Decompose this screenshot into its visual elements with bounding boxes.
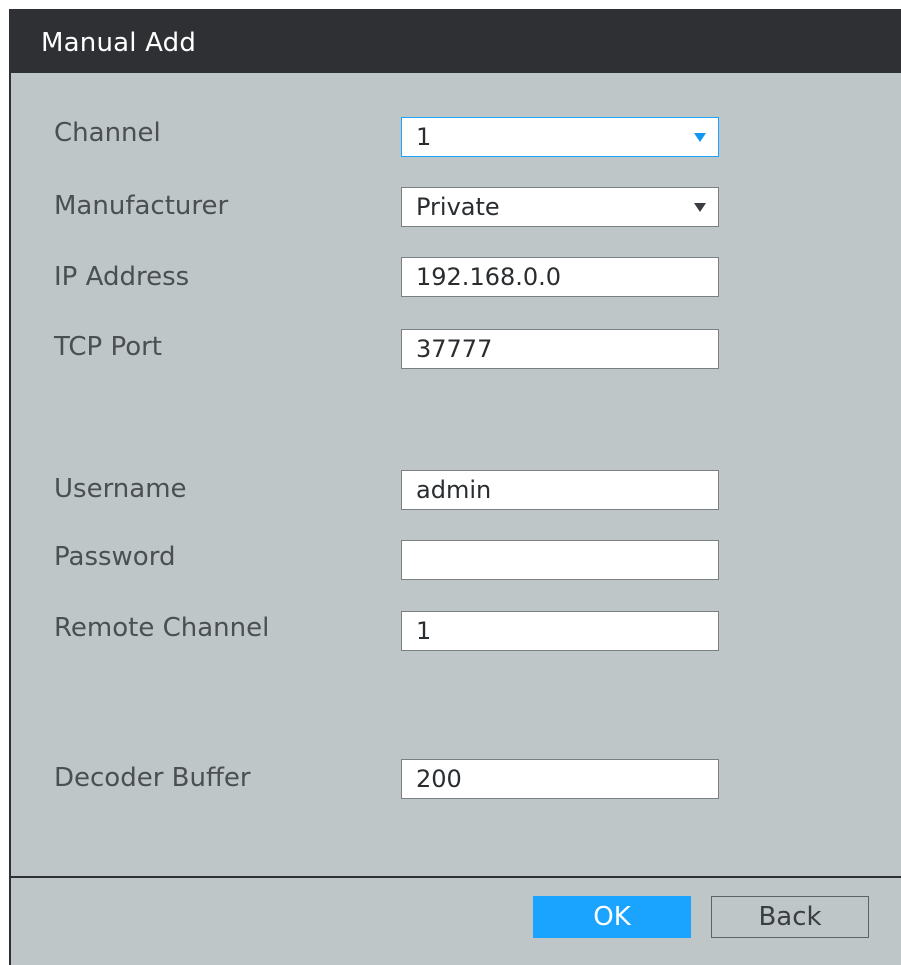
footer-divider bbox=[11, 876, 901, 878]
back-button[interactable]: Back bbox=[711, 896, 869, 938]
chevron-down-icon bbox=[694, 203, 706, 212]
tcp-port-input[interactable]: 37777 bbox=[401, 329, 719, 369]
decoder-buffer-label: Decoder Buffer bbox=[54, 763, 251, 793]
password-label: Password bbox=[54, 542, 176, 572]
chevron-down-icon bbox=[694, 133, 706, 142]
remote-channel-input[interactable]: 1 bbox=[401, 611, 719, 651]
ok-button[interactable]: OK bbox=[533, 896, 691, 938]
username-input[interactable]: admin bbox=[401, 470, 719, 510]
manual-add-dialog: Manual Add Channel 1 Manufacturer Privat… bbox=[9, 9, 901, 965]
password-input[interactable] bbox=[401, 540, 719, 580]
decoder-buffer-input[interactable]: 200 bbox=[401, 759, 719, 799]
channel-select[interactable]: 1 bbox=[401, 117, 719, 157]
manufacturer-value: Private bbox=[416, 193, 500, 221]
tcp-port-label: TCP Port bbox=[54, 332, 162, 362]
dialog-title-bar: Manual Add bbox=[11, 9, 901, 73]
manufacturer-select[interactable]: Private bbox=[401, 187, 719, 227]
username-label: Username bbox=[54, 474, 187, 504]
ip-address-label: IP Address bbox=[54, 262, 190, 292]
dialog-title: Manual Add bbox=[41, 28, 197, 58]
manufacturer-label: Manufacturer bbox=[54, 191, 229, 221]
ip-address-input[interactable]: 192.168.0.0 bbox=[401, 257, 719, 297]
channel-value: 1 bbox=[416, 123, 432, 151]
remote-channel-label: Remote Channel bbox=[54, 613, 270, 643]
channel-label: Channel bbox=[54, 118, 161, 148]
